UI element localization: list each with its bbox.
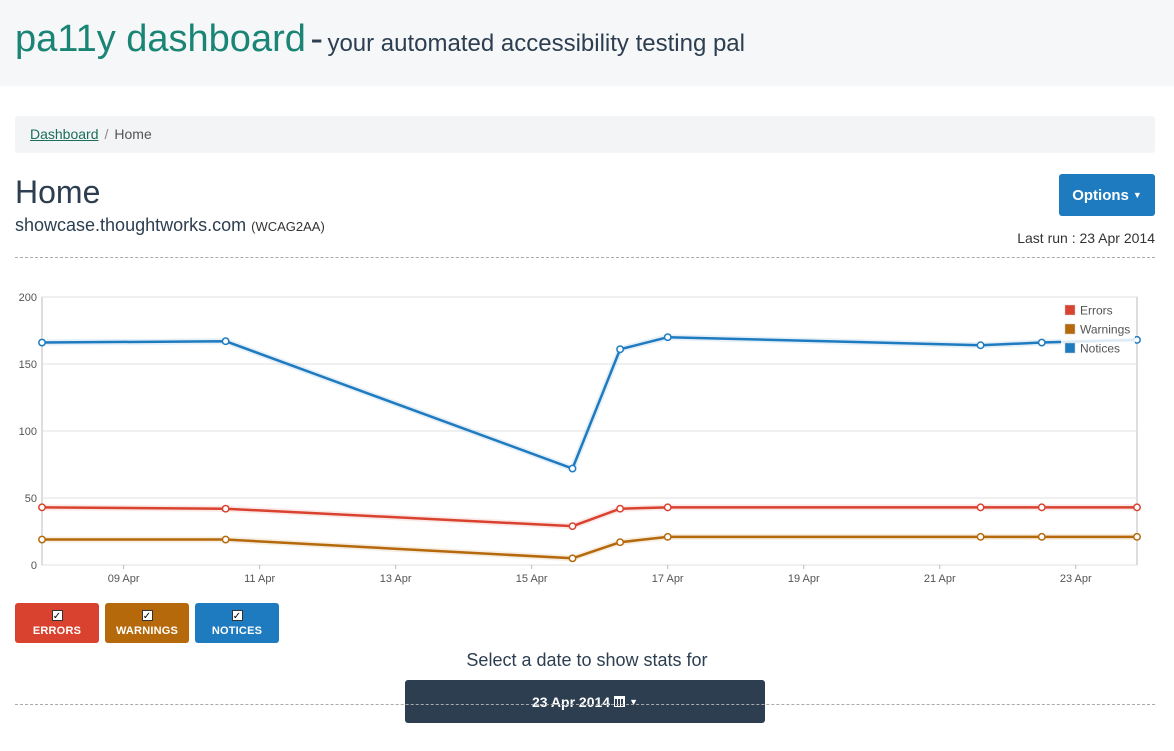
- task-url: showcase.thoughtworks.com: [15, 215, 247, 235]
- task-url-line: showcase.thoughtworks.com (WCAG2AA): [15, 215, 325, 236]
- breadcrumb-current: Home: [114, 126, 152, 142]
- options-label: Options: [1072, 186, 1129, 204]
- breadcrumb: Dashboard / Home: [15, 116, 1155, 153]
- legend-label: Notices: [1080, 342, 1120, 356]
- data-point-notices: [221, 337, 230, 346]
- last-run: Last run : 23 Apr 2014: [1017, 230, 1155, 246]
- toggle-errors[interactable]: ✓ ERRORS: [15, 603, 99, 643]
- data-point-errors: [663, 503, 672, 512]
- checkbox-icon: ✓: [141, 609, 153, 622]
- date-select-label: 23 Apr 2014: [531, 693, 611, 710]
- checkbox-icon: ✓: [231, 609, 243, 622]
- data-point-errors: [221, 504, 230, 513]
- series-toggles: ✓ ERRORS ✓ WARNINGS ✓ NOTICES: [15, 603, 279, 643]
- x-tick-label: 21 Apr: [924, 573, 956, 585]
- x-tick-label: 17 Apr: [652, 573, 684, 585]
- task-standard: (WCAG2AA): [251, 219, 325, 234]
- legend-label: Warnings: [1080, 323, 1130, 337]
- date-select-button[interactable]: 23 Apr 2014 ▼: [405, 680, 765, 723]
- data-point-errors: [616, 504, 625, 513]
- brand-tagline: your automated accessibility testing pal: [327, 30, 745, 57]
- brand-dash: -: [310, 18, 323, 60]
- y-tick-label: 0: [31, 560, 37, 572]
- legend-label: Errors: [1080, 304, 1113, 318]
- y-tick-label: 50: [25, 493, 37, 505]
- page-title: Home: [15, 174, 101, 210]
- x-tick-label: 13 Apr: [380, 573, 412, 585]
- toggle-label: WARNINGS: [115, 624, 179, 637]
- data-point-notices: [616, 345, 625, 354]
- data-point-notices: [1037, 338, 1046, 347]
- data-point-notices: [568, 464, 577, 473]
- checkbox-icon: ✓: [51, 609, 63, 622]
- data-point-warnings: [221, 535, 230, 544]
- data-point-warnings: [663, 532, 672, 541]
- x-tick-label: 23 Apr: [1060, 573, 1092, 585]
- data-point-warnings: [976, 532, 985, 541]
- legend-swatch: [1064, 304, 1076, 316]
- top-banner: pa11y dashboard - your automated accessi…: [0, 0, 1174, 86]
- y-tick-label: 200: [19, 292, 37, 304]
- data-point-warnings: [616, 538, 625, 547]
- calendar-icon: [614, 696, 626, 707]
- results-chart: 0 50 100 150 200 09 Apr 11 Apr 13 Apr 15 Apr 17 A…: [19, 292, 1141, 585]
- chevron-down-icon: ▼: [629, 696, 638, 707]
- toggle-notices[interactable]: ✓ NOTICES: [195, 603, 279, 643]
- toggle-warnings[interactable]: ✓ WARNINGS: [105, 603, 189, 643]
- x-tick-label: 19 Apr: [788, 573, 820, 585]
- x-tick-label: 09 Apr: [108, 573, 140, 585]
- y-tick-label: 150: [19, 359, 37, 371]
- data-point-warnings: [38, 535, 46, 544]
- options-button[interactable]: Options ▼: [1059, 174, 1155, 216]
- x-tick-label: 15 Apr: [516, 573, 548, 585]
- toggle-label: NOTICES: [211, 624, 263, 637]
- data-point-notices: [663, 333, 672, 342]
- divider-bottom: [15, 704, 1155, 705]
- data-point-errors: [976, 503, 985, 512]
- legend-swatch: [1064, 323, 1076, 335]
- chevron-down-icon: ▼: [1132, 190, 1142, 200]
- data-point-errors: [1037, 503, 1046, 512]
- x-tick-label: 11 Apr: [244, 573, 275, 585]
- breadcrumb-dashboard-link[interactable]: Dashboard: [30, 126, 99, 142]
- legend-swatch: [1064, 342, 1076, 354]
- data-point-errors: [38, 503, 46, 512]
- data-point-errors: [568, 522, 577, 531]
- data-point-notices: [38, 338, 46, 347]
- toggle-label: ERRORS: [32, 624, 82, 637]
- select-date-label: Select a date to show stats for: [466, 650, 708, 670]
- site-brand: pa11y dashboard - your automated accessi…: [15, 18, 745, 61]
- breadcrumb-separator: /: [104, 126, 109, 142]
- data-point-notices: [976, 341, 985, 350]
- y-tick-label: 100: [19, 426, 37, 438]
- data-point-warnings: [1037, 532, 1046, 541]
- divider: [15, 257, 1155, 258]
- data-point-warnings: [568, 554, 577, 563]
- brand-name[interactable]: pa11y dashboard: [15, 18, 306, 60]
- data-point-warnings: [1133, 532, 1141, 541]
- data-point-errors: [1133, 503, 1141, 512]
